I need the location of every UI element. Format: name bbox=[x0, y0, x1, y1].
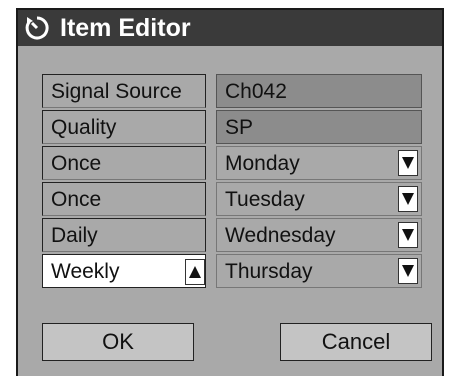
field-value-signal-source[interactable]: Ch042 bbox=[216, 74, 422, 108]
dropdown-arrow-day-2[interactable] bbox=[398, 186, 418, 212]
dropdown-arrow-day-1[interactable] bbox=[398, 150, 418, 176]
item-editor-dialog: Item Editor Signal Source Ch042 Quality … bbox=[16, 8, 444, 376]
title-bar: Item Editor bbox=[18, 10, 442, 46]
field-value-day-3[interactable]: Wednesday bbox=[216, 218, 422, 252]
field-label-quality[interactable]: Quality bbox=[42, 110, 206, 144]
ok-button[interactable]: OK bbox=[42, 323, 194, 361]
triangle-down-icon bbox=[402, 265, 414, 277]
dialog-title: Item Editor bbox=[60, 14, 191, 42]
field-label-repeat-3[interactable]: Daily bbox=[42, 218, 206, 252]
dropdown-arrow-day-3[interactable] bbox=[398, 222, 418, 248]
timer-icon bbox=[25, 16, 49, 40]
field-label-repeat-1[interactable]: Once bbox=[42, 146, 206, 180]
triangle-down-icon bbox=[402, 229, 414, 241]
triangle-up-icon bbox=[189, 266, 201, 278]
field-value-day-2[interactable]: Tuesday bbox=[216, 182, 422, 216]
triangle-down-icon bbox=[402, 157, 414, 169]
dropdown-arrow-repeat-4[interactable] bbox=[185, 259, 205, 285]
field-label-repeat-4-selected[interactable]: Weekly bbox=[42, 254, 206, 288]
field-value-day-4[interactable]: Thursday bbox=[216, 254, 422, 288]
triangle-down-icon bbox=[402, 193, 414, 205]
field-label-repeat-2[interactable]: Once bbox=[42, 182, 206, 216]
cancel-button[interactable]: Cancel bbox=[280, 323, 432, 361]
dropdown-arrow-day-4[interactable] bbox=[398, 258, 418, 284]
field-label-signal-source[interactable]: Signal Source bbox=[42, 74, 206, 108]
field-value-quality[interactable]: SP bbox=[216, 110, 422, 144]
field-value-day-1[interactable]: Monday bbox=[216, 146, 422, 180]
